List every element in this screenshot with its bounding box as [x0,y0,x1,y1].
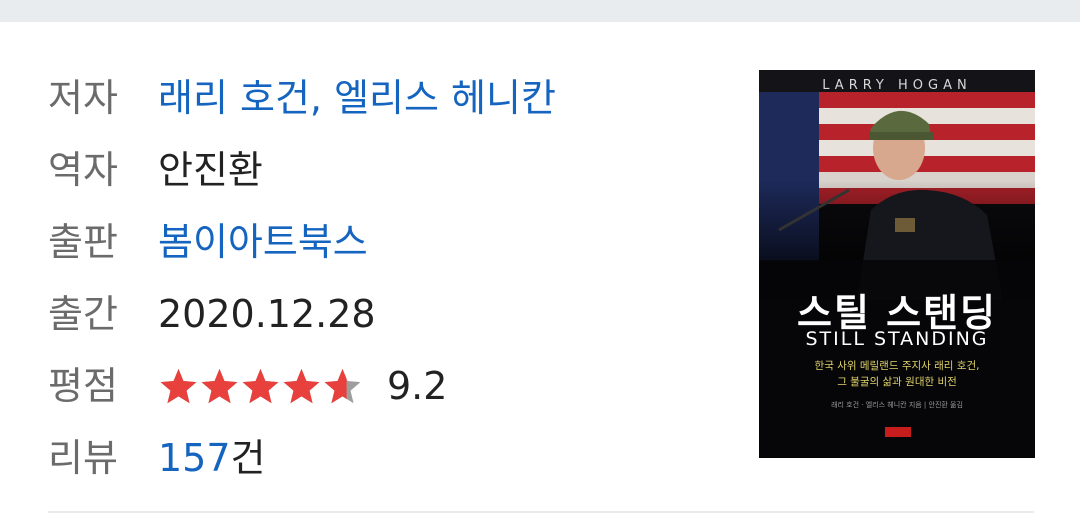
bottom-divider [48,511,1034,513]
review-count-suffix: 건 [230,436,266,480]
book-info-list: 저자 래리 호건, 엘리스 헤니칸 역자 안진환 출판 봄이아트북스 출간 20… [48,62,556,494]
cover-publisher-logo [885,427,911,437]
cover-author-en: LARRY HOGAN [822,78,972,93]
star-icon [242,368,279,404]
top-divider-band [0,0,1080,22]
publisher-label: 출판 [48,220,118,264]
publisher-row: 출판 봄이아트북스 [48,206,556,278]
star-icon [201,368,238,404]
star-icon [324,368,361,404]
publish-date-label: 출간 [48,292,118,336]
star-icon [160,368,197,404]
author-row: 저자 래리 호건, 엘리스 헤니칸 [48,62,556,134]
rating-row: 평점 9.2 [48,350,556,422]
rating-score: 9.2 [387,364,448,408]
review-count-link[interactable]: 157 [158,439,231,477]
rating-stars [158,366,363,406]
author-link[interactable]: 래리 호건, 엘리스 헤니칸 [158,79,556,117]
translator-value: 안진환 [158,148,263,192]
cover-subtitle-line-2: 그 불굴의 삶과 원대한 비전 [837,376,957,388]
publish-date-row: 출간 2020.12.28 [48,278,556,350]
reviews-row: 리뷰 157 건 [48,422,556,494]
author-label: 저자 [48,76,118,120]
translator-row: 역자 안진환 [48,134,556,206]
publish-date-value: 2020.12.28 [158,292,376,336]
publisher-link[interactable]: 봄이아트북스 [158,223,368,261]
cover-subtitle-line-1: 한국 사위 메릴랜드 주지사 래리 호건, [814,360,980,372]
cover-subtitle: 한국 사위 메릴랜드 주지사 래리 호건, 그 불굴의 삶과 원대한 비전 [759,358,1035,390]
star-icon [283,368,320,404]
reviews-label: 리뷰 [48,436,118,480]
book-cover[interactable]: LARRY HOGAN 스틸 스탠딩 STILL STANDING 한국 사위 … [759,70,1035,458]
translator-label: 역자 [48,148,118,192]
cover-title-en: STILL STANDING [805,328,989,350]
rating-label: 평점 [48,364,118,408]
cover-credits: 래리 호건 · 엘리스 헤니칸 지음 | 안진환 옮김 [831,401,963,409]
